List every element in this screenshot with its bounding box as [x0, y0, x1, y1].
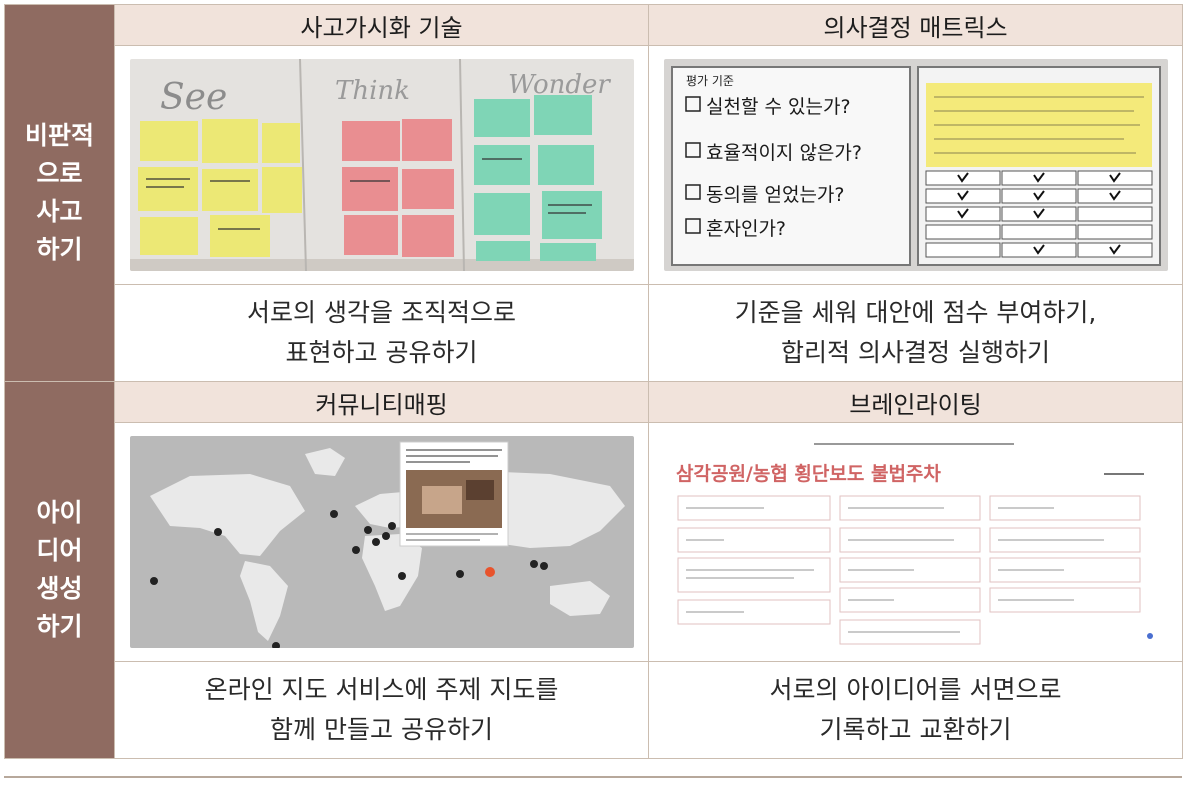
- description-line: 서로의 아이디어를 서면으로: [769, 675, 1062, 704]
- description-line: 기준을 세워 대안에 점수 부여하기,: [734, 298, 1097, 327]
- technique-title: 브레인라이팅: [648, 381, 1183, 423]
- description-line: 합리적 의사결정 실행하기: [781, 338, 1050, 367]
- technique-description: 기준을 세워 대안에 점수 부여하기, 합리적 의사결정 실행하기: [648, 284, 1183, 382]
- category-line: 하기: [36, 235, 83, 264]
- criterion-text: 실천할 수 있는가?: [706, 96, 851, 118]
- category-idea-generation: 아이 디어 생성 하기: [4, 381, 115, 759]
- technique-description: 서로의 생각을 조직적으로 표현하고 공유하기: [114, 284, 649, 382]
- description-line: 함께 만들고 공유하기: [270, 715, 493, 744]
- category-line: 사고: [36, 197, 83, 226]
- technique-table: 비판적 으로 사고 하기 사고가시화 기술 의사결정 매트릭스 See Thin…: [4, 4, 1183, 759]
- description-line: 온라인 지도 서비스에 주제 지도를: [204, 675, 559, 704]
- svg-text:평가 기준: 평가 기준: [686, 74, 734, 88]
- technique-image-cell: See Think Wonder: [114, 45, 649, 285]
- category-line: 디어: [36, 536, 83, 565]
- technique-image-cell: 평가 기준 실천할 수 있는가? 효율적이지 않은가? 동의를 얻었는가? 혼자…: [648, 45, 1183, 285]
- description-line: 서로의 생각을 조직적으로: [247, 298, 516, 327]
- category-critical-thinking: 비판적 으로 사고 하기: [4, 4, 115, 382]
- technique-title: 사고가시화 기술: [114, 4, 649, 46]
- category-line: 생성: [36, 574, 83, 603]
- category-line: 으로: [36, 159, 83, 188]
- criterion-text: 효율적이지 않은가?: [706, 142, 862, 164]
- brainwriting-screenshot: 삼각공원/농협 횡단보도 불법주차: [663, 436, 1168, 648]
- technique-image-cell: [114, 422, 649, 662]
- bottom-rule: [4, 776, 1182, 778]
- criterion-text: 동의를 얻었는가?: [706, 184, 845, 206]
- technique-description: 온라인 지도 서비스에 주제 지도를 함께 만들고 공유하기: [114, 661, 649, 759]
- description-line: 표현하고 공유하기: [285, 338, 478, 367]
- board-heading: 삼각공원/농협 횡단보도 불법주차: [676, 463, 941, 485]
- technique-title: 의사결정 매트릭스: [648, 4, 1183, 46]
- sticky-notes-photo: See Think Wonder: [129, 59, 634, 271]
- description-line: 기록하고 교환하기: [819, 715, 1012, 744]
- board-heading: Think: [335, 76, 410, 106]
- category-line: 비판적: [24, 121, 94, 150]
- decision-matrix-photo: 평가 기준 실천할 수 있는가? 효율적이지 않은가? 동의를 얻었는가? 혼자…: [663, 59, 1168, 271]
- category-line: 하기: [36, 612, 83, 641]
- category-line: 아이: [36, 498, 83, 527]
- technique-image-cell: 삼각공원/농협 횡단보도 불법주차: [648, 422, 1183, 662]
- world-map-screenshot: [129, 436, 634, 648]
- board-heading: See: [160, 77, 227, 118]
- technique-title: 커뮤니티매핑: [114, 381, 649, 423]
- criterion-text: 혼자인가?: [706, 218, 786, 240]
- technique-description: 서로의 아이디어를 서면으로 기록하고 교환하기: [648, 661, 1183, 759]
